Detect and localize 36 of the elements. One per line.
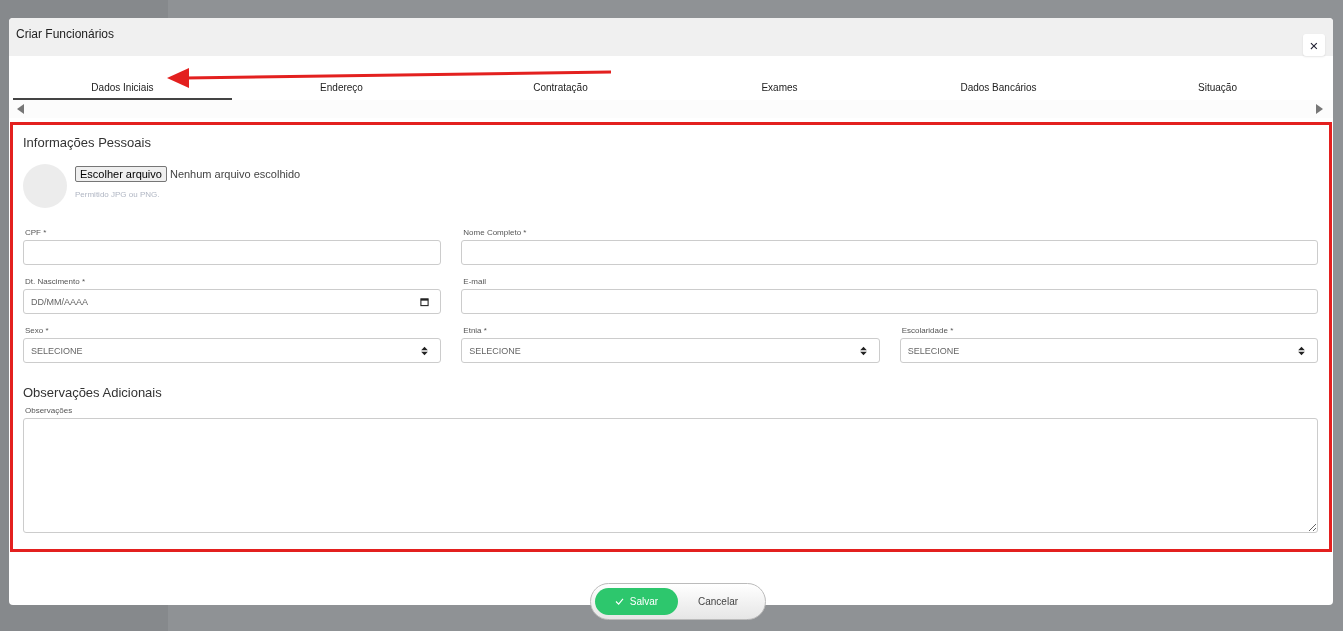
- notes-field[interactable]: [23, 418, 1318, 533]
- sort-caret-icon: [420, 345, 430, 356]
- select-field[interactable]: SELECIONE: [899, 338, 1318, 363]
- select-field[interactable]: SELECIONE: [461, 338, 880, 363]
- close-button[interactable]: ×: [1303, 34, 1325, 56]
- scroll-right-icon[interactable]: [1315, 104, 1323, 114]
- file-hint: Permitido JPG ou PNG.: [75, 190, 161, 199]
- field-label: Etnia *: [462, 326, 488, 335]
- choose-file-button[interactable]: Escolher arquivo: [75, 166, 167, 182]
- section-heading: Observações Adicionais: [23, 385, 163, 400]
- field-label: E-mail: [462, 277, 487, 286]
- tab[interactable]: Endereço: [232, 70, 451, 100]
- tab[interactable]: Situação: [1108, 70, 1327, 100]
- tab[interactable]: Exames: [670, 70, 889, 100]
- calendar-icon[interactable]: [420, 296, 430, 307]
- file-status: Nenhum arquivo escolhido: [169, 168, 301, 180]
- tab[interactable]: Contratação: [451, 70, 670, 100]
- date-field[interactable]: DD/MM/AAAA: [23, 289, 442, 314]
- scroll-left-icon[interactable]: [17, 104, 25, 114]
- sort-caret-icon: [858, 345, 868, 356]
- tab[interactable]: Dados Bancários: [889, 70, 1108, 100]
- check-icon: [614, 598, 624, 605]
- field-label: CPF *: [24, 228, 48, 237]
- sort-caret-icon: [1297, 345, 1306, 356]
- select-field[interactable]: SELECIONE: [23, 338, 442, 363]
- section-heading: Informações Pessoais: [23, 135, 152, 150]
- input-field[interactable]: [23, 240, 442, 265]
- cancel-button[interactable]: Cancelar: [692, 592, 745, 611]
- field-label: Observações: [24, 406, 74, 415]
- field-label: Sexo *: [24, 326, 50, 335]
- dialog-title: Criar Funcionários: [16, 27, 115, 41]
- input-field[interactable]: [461, 240, 1318, 265]
- input-field[interactable]: [461, 289, 1318, 314]
- field-label: Nome Completo *: [462, 228, 528, 237]
- field-label: Dt. Nascimento *: [24, 277, 87, 286]
- field-label: Escolaridade *: [900, 326, 955, 335]
